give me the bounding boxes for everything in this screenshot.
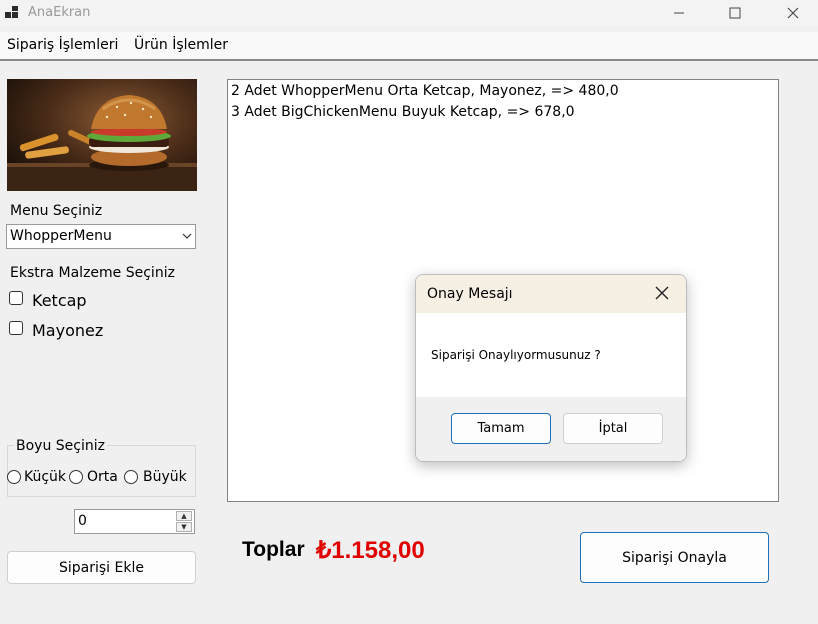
add-order-button[interactable]: Siparişi Ekle [7,551,196,584]
quantity-up-button[interactable]: ▲ [176,511,192,521]
size-label-orta: Orta [87,469,118,485]
extras-label: Ekstra Malzeme Seçiniz [10,265,175,281]
list-item[interactable]: 3 Adet BigChickenMenu Buyuk Ketcap, => 6… [231,104,575,120]
menu-siparis-islemleri[interactable]: Sipariş İşlemleri [7,37,118,53]
window-title: AnaEkran [28,5,91,20]
app-icon [5,6,18,18]
total-value: ₺1.158,00 [316,537,425,564]
quantity-value: 0 [78,513,87,529]
close-icon [655,286,669,300]
dialog-footer: Tamam İptal [416,397,686,461]
menu-bar: Sipariş İşlemleri Ürün İşlemler [0,32,818,61]
size-radio-orta[interactable] [69,470,83,484]
size-radio-buyuk[interactable] [124,470,138,484]
close-icon [787,7,799,19]
dialog-ok-button[interactable]: Tamam [451,413,551,444]
size-label: Boyu Seçiniz [14,438,107,454]
confirm-dialog: Onay Mesajı Siparişi Onaylıyormusunuz ? … [415,274,687,462]
mayonez-label: Mayonez [32,321,104,340]
dialog-close-button[interactable] [652,283,672,303]
minimize-icon [674,12,684,14]
confirm-order-button[interactable]: Siparişi Onayla [580,532,769,583]
close-window-button[interactable] [770,0,816,26]
ketcap-checkbox[interactable] [9,291,23,305]
chevron-down-icon [182,233,192,239]
menu-select-value: WhopperMenu [10,228,112,244]
list-item[interactable]: 2 Adet WhopperMenu Orta Ketcap, Mayonez,… [231,83,619,99]
total-label: Toplar [242,538,305,561]
menu-label: Menu Seçiniz [10,203,103,219]
dialog-message: Siparişi Onaylıyormusunuz ? [431,348,601,362]
mayonez-checkbox[interactable] [9,321,23,335]
minimize-button[interactable] [656,0,702,26]
dialog-title: Onay Mesajı [427,286,513,302]
maximize-icon [729,7,741,19]
quantity-stepper[interactable]: 0 ▲ ▼ [74,509,195,534]
size-radio-kucuk[interactable] [7,470,21,484]
size-label-kucuk: Küçük [24,469,67,485]
maximize-button[interactable] [712,0,758,26]
ketcap-label: Ketcap [32,291,87,310]
burger-image [7,79,197,191]
quantity-down-button[interactable]: ▼ [176,522,192,532]
size-label-buyuk: Büyük [143,469,187,485]
menu-select[interactable]: WhopperMenu [6,224,196,249]
title-bar: AnaEkran [0,0,818,26]
dialog-cancel-button[interactable]: İptal [563,413,663,444]
menu-urun-islemler[interactable]: Ürün İşlemler [134,37,228,53]
